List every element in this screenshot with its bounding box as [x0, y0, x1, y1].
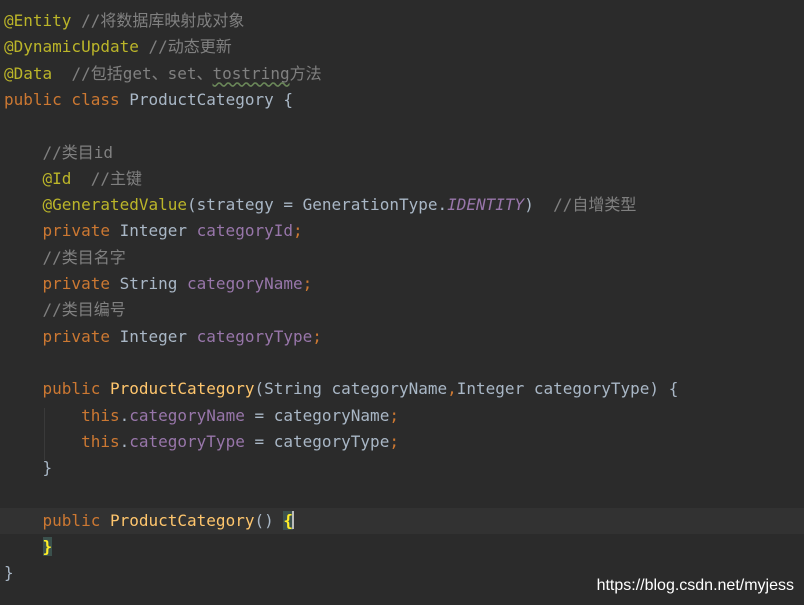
code-token: }: [42, 537, 53, 556]
code-token: //自增类型: [553, 195, 637, 215]
code-line[interactable]: }: [0, 455, 804, 481]
code-token: ProductCategory: [109, 379, 255, 399]
code-token: private: [42, 326, 120, 346]
code-token: ;: [389, 405, 399, 425]
code-token: //类目编号: [42, 300, 126, 320]
code-token: ;: [302, 274, 313, 293]
code-token: (strategy = GenerationType.: [187, 195, 448, 215]
code-line[interactable]: //类目名字: [0, 245, 804, 271]
code-token: Integer: [119, 326, 197, 346]
code-token: //类目名字: [42, 247, 126, 267]
code-token: @Id: [42, 168, 72, 188]
code-token: ;: [389, 431, 399, 451]
code-token: @Entity: [4, 11, 72, 30]
code-token: 方法: [289, 63, 322, 83]
code-token: ;: [312, 326, 322, 346]
code-token: categoryName: [129, 405, 245, 425]
code-line[interactable]: [0, 481, 804, 507]
code-token: //将数据库映射成对象: [81, 11, 245, 30]
code-token: }: [42, 458, 53, 478]
code-token: //包括get、set、: [71, 63, 213, 83]
code-token: categoryType: [196, 326, 313, 346]
code-line[interactable]: private String categoryName;: [0, 271, 804, 297]
code-token: private: [42, 221, 120, 241]
code-token: Integer: [119, 221, 197, 241]
code-token: String: [119, 274, 188, 293]
code-line[interactable]: this.categoryName = categoryName;: [0, 403, 804, 429]
code-token: = categoryName: [244, 405, 390, 425]
code-editor[interactable]: @Entity //将数据库映射成对象 @DynamicUpdate //动态更新…: [0, 0, 804, 605]
code-token: //动态更新: [148, 37, 232, 57]
code-line[interactable]: @Data //包括get、set、tostring方法: [0, 61, 804, 87]
code-token: public: [42, 379, 110, 399]
code-line[interactable]: public class ProductCategory {: [0, 87, 804, 113]
code-token: ;: [292, 221, 303, 241]
code-token: categoryType: [129, 431, 245, 451]
code-line[interactable]: @DynamicUpdate //动态更新: [0, 34, 804, 60]
code-token: .: [119, 431, 130, 451]
code-line[interactable]: private Integer categoryId;: [0, 218, 804, 244]
code-line[interactable]: //类目编号: [0, 297, 804, 323]
code-token: Integer categoryType) {: [456, 379, 679, 399]
code-line[interactable]: @Id //主键: [0, 166, 804, 192]
code-token: this: [81, 405, 120, 425]
code-token: @Data: [4, 63, 53, 83]
code-line[interactable]: private Integer categoryType;: [0, 324, 804, 350]
code-line[interactable]: public ProductCategory(String categoryNa…: [0, 376, 804, 402]
code-token: @DynamicUpdate: [4, 37, 139, 57]
code-token: (String categoryName: [254, 379, 448, 399]
code-line[interactable]: @Entity //将数据库映射成对象: [0, 8, 804, 34]
code-token: //类目id: [42, 142, 114, 162]
code-token: (): [254, 510, 284, 530]
code-line[interactable]: }: [0, 534, 804, 560]
code-token: = categoryType: [244, 431, 390, 451]
watermark-url: https://blog.csdn.net/myjess: [596, 577, 794, 594]
code-token: ): [524, 195, 554, 215]
code-token: ProductCategory {: [129, 89, 293, 109]
code-token: ,: [447, 379, 457, 399]
code-token: this: [81, 431, 120, 451]
code-token: private: [42, 274, 120, 293]
code-line[interactable]: this.categoryType = categoryType;: [0, 429, 804, 455]
code-token: @GeneratedValue: [42, 195, 188, 215]
text-caret: [292, 510, 295, 529]
code-token: categoryName: [187, 274, 303, 293]
code-token: public class: [4, 89, 130, 109]
code-line[interactable]: //类目id: [0, 140, 804, 166]
code-token: ProductCategory: [109, 510, 255, 530]
code-token: IDENTITY: [447, 195, 525, 215]
code-token: .: [119, 405, 130, 425]
code-token: //主键: [90, 168, 142, 188]
code-line[interactable]: public ProductCategory() {: [0, 507, 804, 534]
code-line[interactable]: [0, 113, 804, 139]
code-line[interactable]: @GeneratedValue(strategy = GenerationTyp…: [0, 192, 804, 218]
code-token: tostring: [212, 63, 290, 83]
code-token: categoryId: [196, 221, 293, 241]
code-token: public: [42, 510, 110, 530]
code-token: }: [4, 563, 14, 583]
code-line[interactable]: [0, 350, 804, 376]
